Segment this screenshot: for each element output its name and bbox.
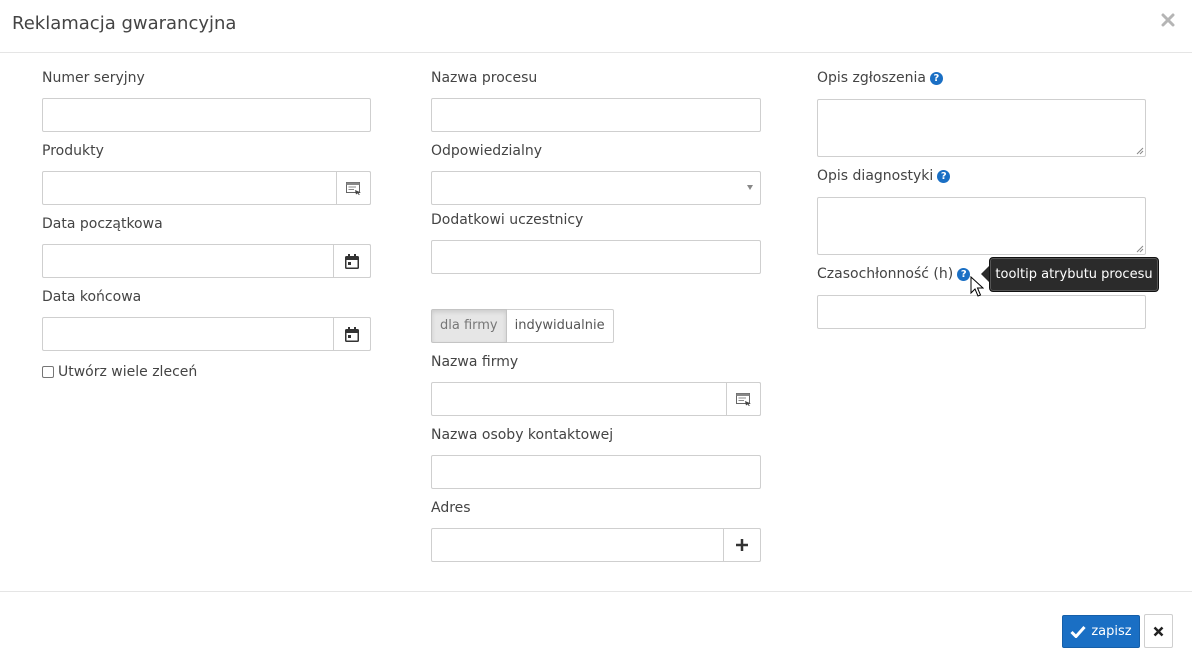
list-picker-icon [735, 392, 751, 406]
time-consumption-text: Czasochłonność (h) [817, 266, 954, 282]
report-description-textarea[interactable] [817, 99, 1146, 157]
customer-type-toggle: dla firmy indywidualnie [431, 309, 614, 343]
report-description-label: Opis zgłoszenia? [817, 70, 943, 86]
serial-number-label: Numer seryjny [42, 70, 145, 86]
question-circle-icon[interactable]: ? [957, 268, 971, 281]
start-date-input[interactable] [42, 244, 371, 278]
check-icon [1070, 625, 1086, 638]
add-address-button[interactable] [723, 528, 761, 562]
save-button[interactable]: zapisz [1062, 615, 1140, 648]
calendar-icon [345, 253, 359, 269]
report-description-text: Opis zgłoszenia [817, 70, 926, 86]
company-name-label: Nazwa firmy [431, 354, 519, 370]
plus-icon [736, 539, 748, 551]
start-date-calendar-button[interactable] [333, 244, 371, 278]
responsible-select[interactable] [431, 171, 761, 205]
diagnostic-description-label: Opis diagnostyki? [817, 168, 951, 184]
time-consumption-input[interactable] [817, 295, 1146, 329]
time-consumption-label: Czasochłonność (h)? [817, 266, 971, 282]
dialog-title: Reklamacja gwarancyjna [12, 13, 237, 34]
list-picker-icon [345, 181, 361, 195]
toggle-company-button[interactable]: dla firmy [431, 309, 507, 343]
question-circle-icon[interactable]: ? [929, 72, 943, 85]
end-date-label: Data końcowa [42, 289, 142, 305]
start-date-label: Data początkowa [42, 216, 163, 232]
responsible-label: Odpowiedzialny [431, 143, 543, 159]
end-date-input[interactable] [42, 317, 371, 351]
close-icon [1153, 626, 1164, 636]
products-picker-button[interactable] [336, 171, 371, 205]
diagnostic-description-textarea[interactable] [817, 197, 1146, 255]
contact-name-input[interactable] [431, 455, 761, 489]
question-circle-icon[interactable]: ? [937, 170, 951, 183]
address-input[interactable] [431, 528, 761, 562]
multi-orders-checkbox[interactable] [42, 366, 54, 378]
dialog-footer [0, 591, 1192, 666]
process-name-input[interactable] [431, 98, 761, 132]
save-button-label: zapisz [1091, 624, 1132, 639]
multi-orders-label: Utwórz wiele zleceń [58, 364, 198, 380]
dialog-header: Reklamacja gwarancyjna [0, 0, 1192, 53]
calendar-icon [345, 326, 359, 342]
end-date-calendar-button[interactable] [333, 317, 371, 351]
chevron-down-icon [747, 185, 753, 190]
serial-number-input[interactable] [42, 98, 371, 132]
multi-orders-option[interactable]: Utwórz wiele zleceń [42, 364, 197, 380]
close-dialog-button[interactable] [1158, 10, 1178, 30]
cancel-button[interactable] [1144, 614, 1173, 648]
close-icon [1161, 13, 1175, 27]
resize-grip-icon[interactable] [1136, 147, 1144, 155]
mouse-cursor-icon [970, 276, 984, 297]
products-input[interactable] [42, 171, 371, 205]
diagnostic-description-text: Opis diagnostyki [817, 168, 934, 184]
tooltip: tooltip atrybutu procesu [989, 257, 1159, 292]
company-name-input[interactable] [431, 382, 761, 416]
process-name-label: Nazwa procesu [431, 70, 538, 86]
address-label: Adres [431, 500, 471, 516]
resize-grip-icon[interactable] [1136, 245, 1144, 253]
products-label: Produkty [42, 143, 104, 159]
contact-name-label: Nazwa osoby kontaktowej [431, 427, 614, 443]
company-picker-button[interactable] [726, 382, 761, 416]
participants-input[interactable] [431, 240, 761, 274]
participants-label: Dodatkowi uczestnicy [431, 212, 584, 228]
toggle-individual-button[interactable]: indywidualnie [506, 309, 614, 343]
